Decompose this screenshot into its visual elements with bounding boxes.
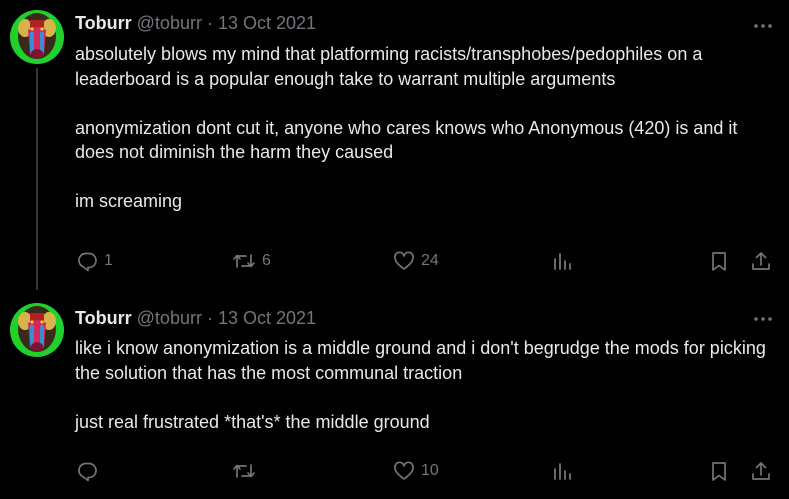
reply-button[interactable] — [76, 460, 104, 482]
views-button[interactable] — [552, 460, 572, 482]
thread-connector-line — [36, 68, 38, 290]
avatar[interactable] — [10, 303, 64, 357]
mandrill-avatar-image — [10, 303, 64, 357]
tweet-header: Toburr @toburr · 13 Oct 2021 — [75, 12, 316, 34]
share-button[interactable] — [750, 460, 772, 482]
author-handle[interactable]: @toburr — [137, 13, 202, 34]
author-display-name[interactable]: Toburr — [75, 13, 132, 34]
views-button[interactable] — [552, 250, 572, 272]
more-dots-icon[interactable] — [752, 308, 774, 330]
tweet-date[interactable]: 13 Oct 2021 — [218, 308, 316, 329]
tweet-text: absolutely blows my mind that platformin… — [75, 42, 775, 214]
bookmark-icon — [712, 252, 726, 271]
heart-icon — [394, 461, 414, 480]
avatar[interactable] — [10, 10, 64, 64]
tweet[interactable]: Toburr @toburr · 13 Oct 2021 like i know… — [0, 290, 789, 499]
reply-button[interactable]: 1 — [76, 250, 113, 272]
tweet-paragraph: absolutely blows my mind that platformin… — [75, 44, 703, 89]
tweet-paragraph: like i know anonymization is a middle gr… — [75, 338, 766, 383]
like-count: 24 — [421, 252, 439, 269]
retweet-icon — [233, 254, 255, 268]
retweet-button[interactable] — [232, 460, 262, 482]
author-handle[interactable]: @toburr — [137, 308, 202, 329]
share-button[interactable] — [750, 250, 772, 272]
share-icon — [752, 252, 770, 270]
tweet-paragraph: anonymization dont cut it, anyone who ca… — [75, 117, 738, 163]
like-button[interactable]: 10 — [393, 460, 439, 482]
like-count: 10 — [421, 462, 439, 479]
retweet-count: 6 — [262, 252, 271, 269]
tweet-date[interactable]: 13 Oct 2021 — [218, 13, 316, 34]
bookmark-icon — [712, 462, 726, 481]
reply-icon — [78, 252, 97, 272]
tweet-paragraph: just real frustrated *that's* the middle… — [75, 411, 430, 432]
retweet-icon — [233, 464, 255, 478]
heart-icon — [394, 251, 414, 270]
bookmark-button[interactable] — [708, 460, 730, 482]
bookmark-button[interactable] — [708, 250, 730, 272]
retweet-button[interactable]: 6 — [232, 250, 271, 272]
tweet-header: Toburr @toburr · 13 Oct 2021 — [75, 307, 316, 329]
header-separator: · — [206, 12, 213, 33]
mandrill-avatar-image — [10, 10, 64, 64]
author-display-name[interactable]: Toburr — [75, 308, 132, 329]
header-separator: · — [206, 307, 213, 328]
views-icon — [554, 253, 571, 270]
tweet-paragraph: im screaming — [75, 191, 183, 211]
more-dots-icon[interactable] — [752, 15, 774, 37]
like-button[interactable]: 24 — [393, 250, 439, 272]
tweet[interactable]: Toburr @toburr · 13 Oct 2021 absolutely … — [0, 0, 789, 290]
share-icon — [752, 462, 770, 480]
reply-count: 1 — [104, 252, 113, 269]
reply-icon — [78, 462, 97, 482]
views-icon — [554, 463, 571, 480]
tweet-text: like i know anonymization is a middle gr… — [75, 336, 775, 434]
